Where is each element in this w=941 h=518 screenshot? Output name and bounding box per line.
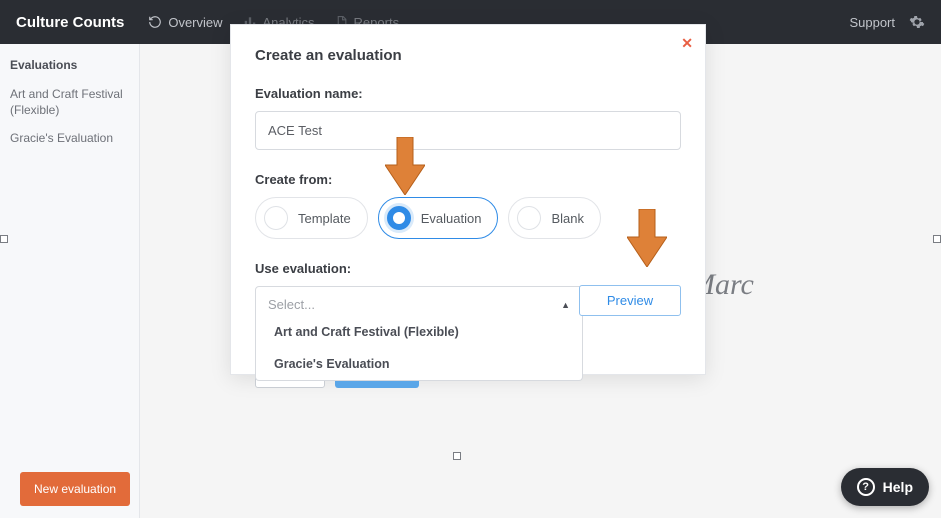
option-template[interactable]: Template: [255, 197, 368, 239]
sidebar-item-gracie[interactable]: Gracie's Evaluation: [10, 130, 129, 146]
radio-icon: [264, 206, 288, 230]
option-blank-label: Blank: [551, 211, 584, 226]
sidebar: Evaluations Art and Craft Festival (Flex…: [0, 44, 140, 518]
nav-overview[interactable]: Overview: [148, 15, 222, 30]
option-template-label: Template: [298, 211, 351, 226]
radio-icon: [387, 206, 411, 230]
create-evaluation-modal: ✕ Create an evaluation Evaluation name: …: [230, 24, 706, 375]
help-label: Help: [883, 479, 913, 495]
resize-handle-bottom[interactable]: [453, 452, 461, 460]
nav-overview-label: Overview: [168, 15, 222, 30]
option-evaluation[interactable]: Evaluation: [378, 197, 499, 239]
use-evaluation-label: Use evaluation:: [255, 261, 681, 276]
preview-button[interactable]: Preview: [579, 285, 681, 316]
select-placeholder: Select...: [268, 297, 315, 312]
gear-icon[interactable]: [909, 14, 925, 30]
brand-title: Culture Counts: [16, 14, 124, 31]
dropdown-item-gracie[interactable]: Gracie's Evaluation: [256, 348, 582, 380]
help-icon: ?: [857, 478, 875, 496]
close-icon[interactable]: ✕: [681, 35, 693, 52]
annotation-arrow-preview: [627, 209, 667, 267]
caret-up-icon: ▲: [561, 300, 570, 310]
create-from-label: Create from:: [255, 172, 681, 187]
evaluation-name-label: Evaluation name:: [255, 86, 681, 101]
radio-icon: [517, 206, 541, 230]
option-evaluation-label: Evaluation: [421, 211, 482, 226]
resize-handle-right[interactable]: [933, 235, 941, 243]
sidebar-item-art-craft[interactable]: Art and Craft Festival (Flexible): [10, 86, 129, 118]
new-evaluation-button[interactable]: New evaluation: [20, 472, 130, 506]
evaluation-name-input[interactable]: [255, 111, 681, 150]
option-blank[interactable]: Blank: [508, 197, 601, 239]
support-link[interactable]: Support: [849, 15, 895, 30]
sidebar-heading: Evaluations: [10, 58, 129, 72]
resize-handle-left[interactable]: [0, 235, 8, 243]
help-widget[interactable]: ? Help: [841, 468, 929, 506]
annotation-arrow-evaluation: [385, 137, 425, 195]
refresh-icon: [148, 15, 162, 29]
evaluation-dropdown: Art and Craft Festival (Flexible) Gracie…: [255, 316, 583, 381]
modal-title: Create an evaluation: [255, 47, 681, 64]
dropdown-item-art-craft[interactable]: Art and Craft Festival (Flexible): [256, 316, 582, 348]
